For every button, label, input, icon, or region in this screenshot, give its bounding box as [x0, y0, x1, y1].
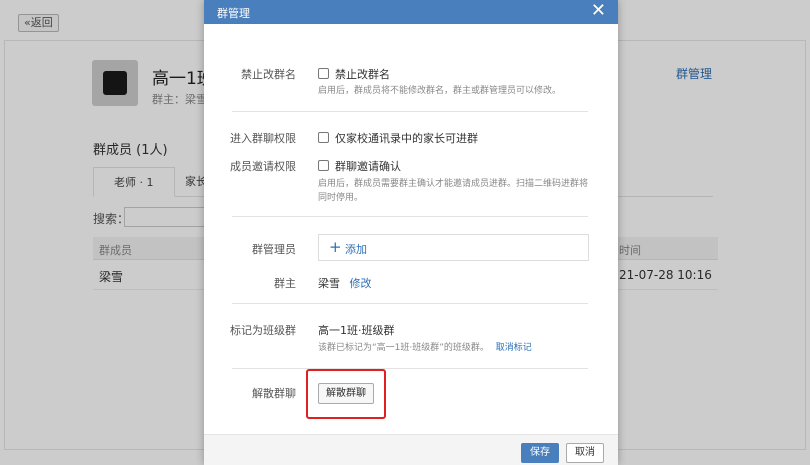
owner-name: 梁雪	[318, 277, 340, 290]
join-permission-checkbox[interactable]	[318, 132, 329, 143]
dialog-title: 群管理	[217, 7, 250, 20]
class-group-hint: 该群已标记为“高一1班·班级群”的班级群。	[318, 343, 489, 353]
divider	[232, 303, 588, 304]
admins-label: 群管理员	[252, 243, 296, 256]
join-permission-checkbox-row[interactable]: 仅家校通讯录中的家长可进群	[318, 130, 478, 146]
close-icon[interactable]: ✕	[591, 1, 606, 21]
class-group-hint-row: 该群已标记为“高一1班·班级群”的班级群。 取消标记	[318, 341, 590, 355]
edit-owner-link[interactable]: 修改	[350, 277, 372, 290]
invite-permission-hint: 启用后，群成员需要群主确认才能邀请成员进群。扫描二维码进群将同时停用。	[318, 179, 589, 203]
plus-icon: +	[329, 238, 342, 256]
divider	[232, 111, 588, 112]
invite-permission-checkbox-label: 群聊邀请确认	[335, 160, 401, 173]
rename-checkbox-label: 禁止改群名	[335, 68, 390, 81]
add-admin-label: 添加	[345, 243, 367, 256]
divider	[232, 216, 588, 217]
cancel-button[interactable]: 取消	[566, 443, 604, 463]
invite-permission-checkbox[interactable]	[318, 160, 329, 171]
dialog-footer: 保存 取消	[204, 434, 618, 465]
dissolve-label: 解散群聊	[252, 387, 296, 400]
class-group-label: 标记为班级群	[230, 324, 296, 337]
dialog-header: 群管理 ✕	[204, 0, 618, 24]
owner-label: 群主	[274, 277, 296, 290]
cancel-mark-link[interactable]: 取消标记	[496, 343, 532, 353]
join-permission-checkbox-label: 仅家校通讯录中的家长可进群	[335, 132, 478, 145]
invite-permission-label: 成员邀请权限	[230, 160, 296, 173]
rename-checkbox-row[interactable]: 禁止改群名	[318, 66, 390, 82]
rename-label: 禁止改群名	[241, 68, 296, 81]
highlight-annotation	[306, 369, 386, 419]
save-button[interactable]: 保存	[521, 443, 559, 463]
rename-hint: 启用后，群成员将不能修改群名，群主或群管理员可以修改。	[318, 86, 562, 96]
invite-permission-checkbox-row[interactable]: 群聊邀请确认	[318, 158, 401, 174]
add-admin-button[interactable]: + 添加	[318, 234, 589, 261]
class-group-value: 高一1班·班级群	[318, 324, 395, 337]
divider	[232, 368, 588, 369]
rename-checkbox[interactable]	[318, 68, 329, 79]
join-permission-label: 进入群聊权限	[230, 132, 296, 145]
group-manage-dialog: 群管理 ✕ 禁止改群名 禁止改群名 启用后，群成员将不能修改群名，群主或群管理员…	[204, 0, 618, 465]
owner-row: 梁雪 修改	[318, 275, 372, 291]
